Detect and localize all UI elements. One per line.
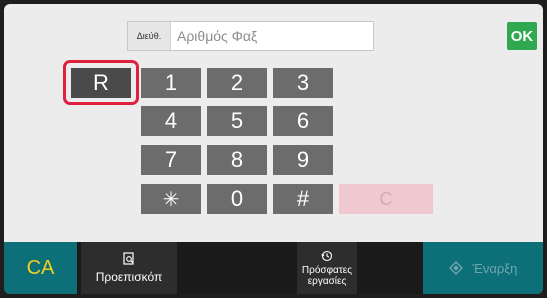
clear-all-label: CA [26, 256, 55, 279]
preview-label: Προεπισκόπ [95, 270, 163, 284]
key-2[interactable]: 2 [207, 68, 267, 98]
key-7[interactable]: 7 [141, 145, 201, 175]
start-label: Έναρξη [472, 260, 518, 276]
key-4[interactable]: 4 [141, 106, 201, 136]
fax-number-input[interactable] [171, 21, 373, 51]
key-1[interactable]: 1 [141, 68, 201, 98]
bottom-bar: CA Προεπισκόπ Πρόσφατες εργασίες Έναρξη [4, 242, 543, 294]
ok-button[interactable]: OK [507, 22, 537, 50]
recent-jobs-button[interactable]: Πρόσφατες εργασίες [297, 242, 357, 294]
start-diamond-icon [448, 261, 463, 275]
fax-screen: Διεύθ. OK R 1 2 3 4 5 6 7 8 9 ✳ 0 # C CA… [4, 4, 543, 294]
recent-label-line1: Πρόσφατες [301, 264, 353, 276]
key-5[interactable]: 5 [207, 106, 267, 136]
address-book-button[interactable]: Διεύθ. [128, 22, 171, 50]
key-3[interactable]: 3 [273, 68, 333, 98]
recent-label-line2: εργασίες [307, 275, 347, 287]
clear-button[interactable]: C [339, 184, 433, 214]
clear-all-button[interactable]: CA [4, 242, 77, 294]
key-6[interactable]: 6 [273, 106, 333, 136]
preview-icon [123, 252, 134, 265]
preview-button[interactable]: Προεπισκόπ [81, 242, 177, 294]
start-button[interactable]: Έναρξη [423, 242, 543, 294]
key-0[interactable]: 0 [207, 184, 267, 214]
highlight-frame [63, 60, 139, 105]
history-icon [321, 250, 333, 261]
key-star[interactable]: ✳ [141, 184, 201, 214]
key-hash[interactable]: # [273, 184, 333, 214]
fax-number-field[interactable]: Διεύθ. [127, 21, 374, 51]
key-9[interactable]: 9 [273, 145, 333, 175]
key-8[interactable]: 8 [207, 145, 267, 175]
